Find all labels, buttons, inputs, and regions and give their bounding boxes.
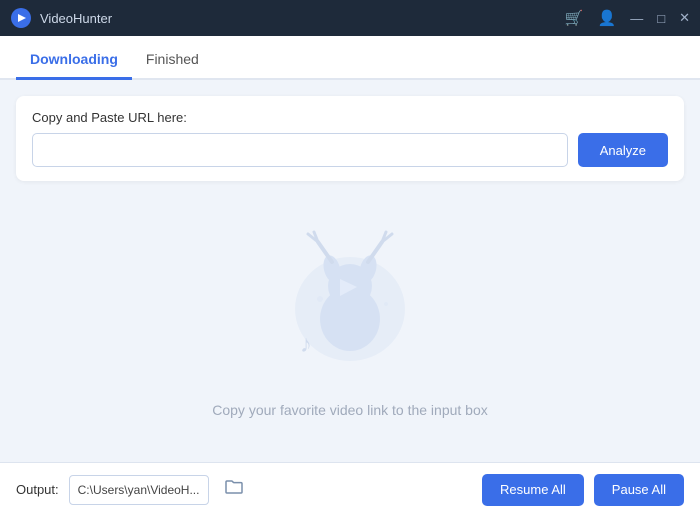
cart-icon[interactable]: 🛒 [565, 9, 584, 27]
close-icon[interactable]: ✕ [679, 10, 690, 26]
empty-state-icon: ♪ [270, 224, 430, 384]
output-path-box: C:\Users\yan\VideoH... [69, 475, 209, 505]
pause-all-button[interactable]: Pause All [594, 474, 684, 506]
tab-finished[interactable]: Finished [132, 41, 213, 80]
resume-all-button[interactable]: Resume All [482, 474, 584, 506]
user-icon[interactable]: 👤 [598, 9, 617, 27]
analyze-button[interactable]: Analyze [578, 133, 668, 167]
output-label: Output: [16, 482, 59, 497]
output-path: C:\Users\yan\VideoH... [78, 483, 200, 497]
url-input-row: Analyze [32, 133, 668, 167]
main-content: Copy and Paste URL here: Analyze [0, 80, 700, 462]
svg-text:♪: ♪ [300, 332, 312, 358]
url-label: Copy and Paste URL here: [32, 110, 668, 125]
app-title: VideoHunter [40, 11, 565, 26]
tab-downloading[interactable]: Downloading [16, 41, 132, 80]
url-input[interactable] [32, 133, 568, 167]
empty-state-text: Copy your favorite video link to the inp… [212, 402, 488, 418]
url-box: Copy and Paste URL here: Analyze [16, 96, 684, 181]
tab-bar: Downloading Finished [0, 36, 700, 80]
minimize-icon[interactable]: — [630, 11, 643, 26]
maximize-icon[interactable]: □ [657, 11, 665, 26]
title-bar: VideoHunter 🛒 👤 — □ ✕ [0, 0, 700, 36]
folder-icon[interactable] [225, 479, 243, 500]
empty-state: ♪ Copy your favorite video link to the i… [16, 181, 684, 451]
app-logo [10, 7, 32, 29]
window-controls: 🛒 👤 — □ ✕ [565, 9, 690, 27]
bottom-bar: Output: C:\Users\yan\VideoH... Resume Al… [0, 462, 700, 516]
